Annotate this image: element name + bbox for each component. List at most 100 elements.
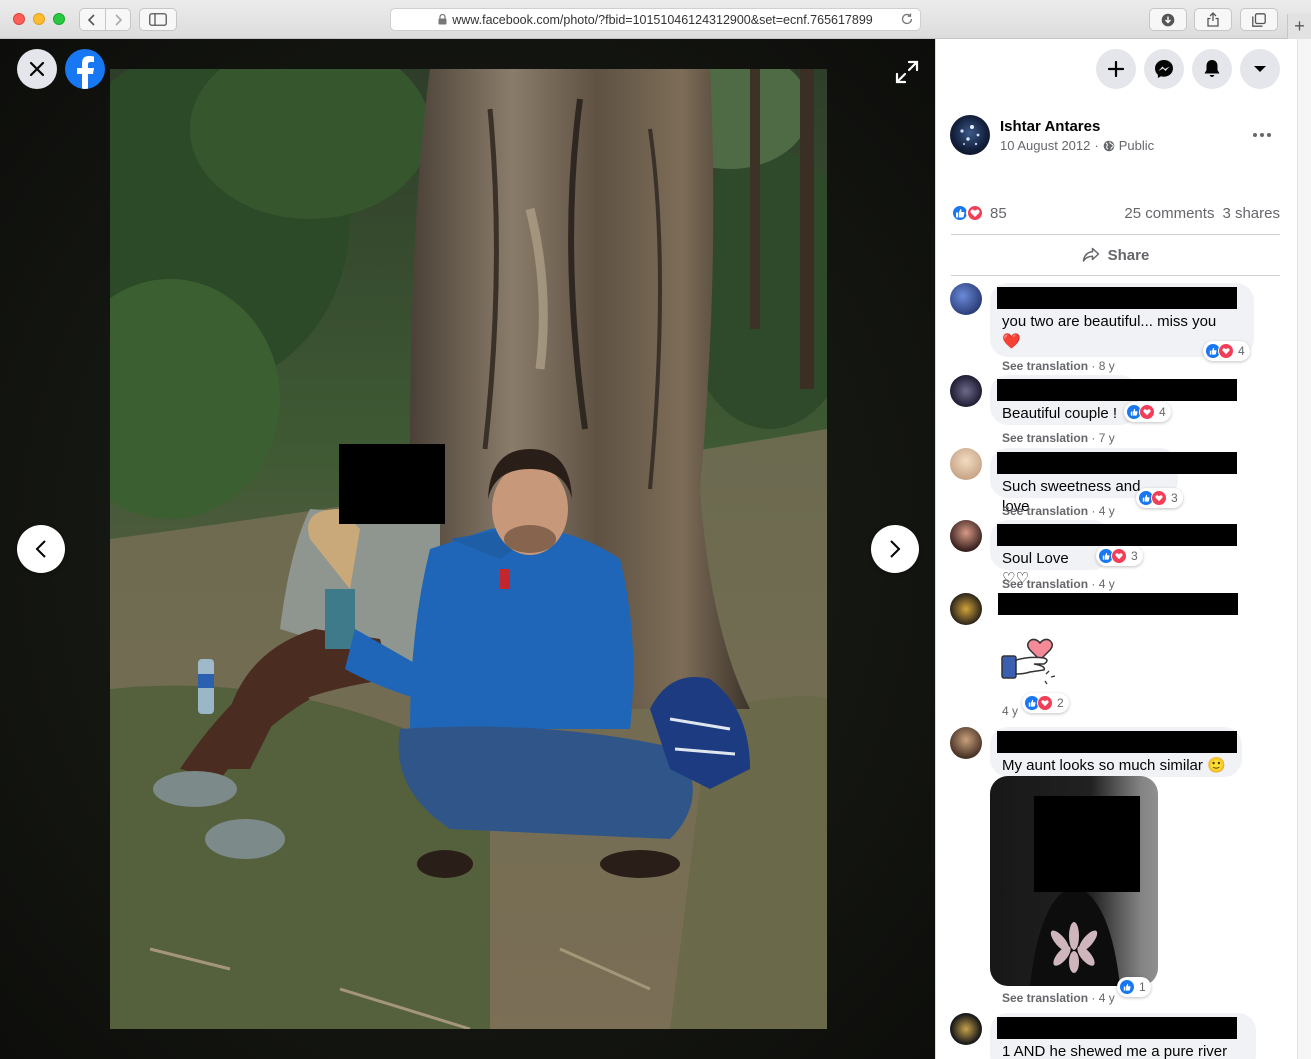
comment-time[interactable]: · 4 y <box>1091 991 1114 1005</box>
comment-reaction-count: 4 <box>1159 405 1166 419</box>
post-options-button[interactable] <box>1248 123 1276 147</box>
comment-reactions[interactable]: 3 <box>1096 546 1143 566</box>
share-icon <box>1207 12 1219 27</box>
comment-text: 1 AND he shewed me a pure river <box>1002 1043 1228 1059</box>
comments-count-link[interactable]: 25 comments <box>1124 205 1214 222</box>
sidebar-icon <box>149 13 167 26</box>
back-button[interactable] <box>80 9 105 30</box>
facebook-home-link[interactable] <box>65 49 105 89</box>
author-name[interactable]: Ishtar Antares <box>1000 118 1100 135</box>
divider <box>951 234 1280 235</box>
love-icon <box>1111 548 1127 564</box>
commenter-avatar[interactable] <box>950 520 982 552</box>
comment-time[interactable]: · 8 y <box>1091 359 1114 373</box>
address-bar[interactable]: www.facebook.com/photo/?fbid=10151046124… <box>390 8 921 31</box>
comment-time[interactable]: · 4 y <box>1091 504 1114 518</box>
comment-reactions[interactable]: 4 <box>1203 341 1250 361</box>
shares-count-link[interactable]: 3 shares <box>1222 205 1280 222</box>
post-photo <box>110 69 827 1029</box>
reaction-count[interactable]: 85 <box>990 205 1007 222</box>
see-translation-link[interactable]: See translation <box>1002 359 1088 373</box>
plus-icon <box>1108 61 1124 77</box>
post-stats: 85 25 comments 3 shares <box>951 202 1280 224</box>
photo-image <box>110 69 827 1029</box>
comment-reaction-count: 2 <box>1057 696 1064 710</box>
window-close-button[interactable] <box>13 13 25 25</box>
sidebar-toggle-button[interactable] <box>139 8 177 31</box>
comment-attached-photo[interactable] <box>990 776 1158 986</box>
love-icon <box>1139 404 1155 420</box>
comment-actions: See translation · 8 y <box>1002 359 1115 373</box>
close-icon <box>29 61 45 77</box>
comment-actions: See translation · 4 y <box>1002 991 1115 1005</box>
author-avatar[interactable] <box>950 115 990 155</box>
reload-icon[interactable] <box>900 12 914 26</box>
commenter-avatar[interactable] <box>950 283 982 315</box>
downloads-button[interactable] <box>1149 8 1187 31</box>
heart-hand-sticker-icon <box>1001 638 1056 685</box>
see-translation-link[interactable]: See translation <box>1002 504 1088 518</box>
comment-reactions[interactable]: 2 <box>1022 693 1069 713</box>
new-tab-button[interactable]: + <box>1287 14 1311 39</box>
window-minimize-button[interactable] <box>33 13 45 25</box>
redacted-name <box>998 593 1238 615</box>
redacted-name <box>997 287 1237 309</box>
comment-actions: See translation · 4 y <box>1002 504 1115 518</box>
commenter-avatar[interactable] <box>950 1013 982 1045</box>
see-translation-link[interactable]: See translation <box>1002 577 1088 591</box>
post-audience: Public <box>1118 138 1155 153</box>
commenter-avatar[interactable] <box>950 375 982 407</box>
redacted-name <box>997 524 1237 546</box>
close-viewer-button[interactable] <box>17 49 57 89</box>
globe-icon <box>1103 140 1115 151</box>
create-button[interactable] <box>1096 49 1136 89</box>
comment-reaction-count: 3 <box>1171 491 1178 505</box>
history-nav <box>79 8 131 31</box>
sticker <box>1000 638 1066 686</box>
comment-reaction-count: 4 <box>1238 344 1245 358</box>
share-label: Share <box>1107 246 1150 264</box>
commenter-avatar[interactable] <box>950 593 982 625</box>
previous-photo-button[interactable] <box>17 525 65 573</box>
messenger-button[interactable] <box>1144 49 1184 89</box>
comment-reaction-count: 3 <box>1131 549 1138 563</box>
commenter-avatar[interactable] <box>950 448 982 480</box>
forward-button[interactable] <box>104 9 131 30</box>
facebook-logo-icon <box>77 56 94 89</box>
comment-time[interactable]: · 7 y <box>1091 431 1114 445</box>
meta-separator: · <box>1094 138 1099 153</box>
photo-viewer <box>0 39 935 1059</box>
fullscreen-button[interactable] <box>893 58 921 86</box>
post-meta: 10 August 2012 · Public <box>1000 138 1154 153</box>
next-photo-button[interactable] <box>871 525 919 573</box>
chevron-left-icon <box>88 13 95 26</box>
post-date[interactable]: 10 August 2012 <box>1000 138 1090 153</box>
redacted-name <box>997 379 1237 401</box>
reaction-icons[interactable] <box>951 204 984 222</box>
notifications-button[interactable] <box>1192 49 1232 89</box>
comment-actions: See translation · 7 y <box>1002 431 1115 445</box>
window-zoom-button[interactable] <box>53 13 65 25</box>
comment-text: My aunt looks so much similar 🙂 <box>1002 757 1226 774</box>
see-translation-link[interactable]: See translation <box>1002 991 1088 1005</box>
comment-reactions[interactable]: 1 <box>1117 977 1151 997</box>
like-icon <box>1119 979 1135 995</box>
love-icon <box>966 204 984 222</box>
share-arrow-icon <box>1082 247 1099 262</box>
share-page-button[interactable] <box>1194 8 1232 31</box>
comment-reactions[interactable]: 4 <box>1124 402 1171 422</box>
comment-time[interactable]: · 4 y <box>1091 577 1114 591</box>
tabs-icon <box>1252 12 1266 27</box>
comment-time[interactable]: 4 y <box>1002 704 1018 718</box>
comment-reaction-count: 1 <box>1139 980 1146 994</box>
comment-actions: 4 y <box>1002 704 1018 718</box>
commenter-avatar[interactable] <box>950 727 982 759</box>
caret-down-icon <box>1254 66 1266 72</box>
share-button[interactable]: Share <box>951 237 1280 273</box>
panel-scrollbar[interactable] <box>1297 39 1311 1059</box>
account-menu-button[interactable] <box>1240 49 1280 89</box>
redacted-name <box>997 452 1237 474</box>
see-translation-link[interactable]: See translation <box>1002 431 1088 445</box>
tab-overview-button[interactable] <box>1240 8 1278 31</box>
comment-reactions[interactable]: 3 <box>1136 488 1183 508</box>
